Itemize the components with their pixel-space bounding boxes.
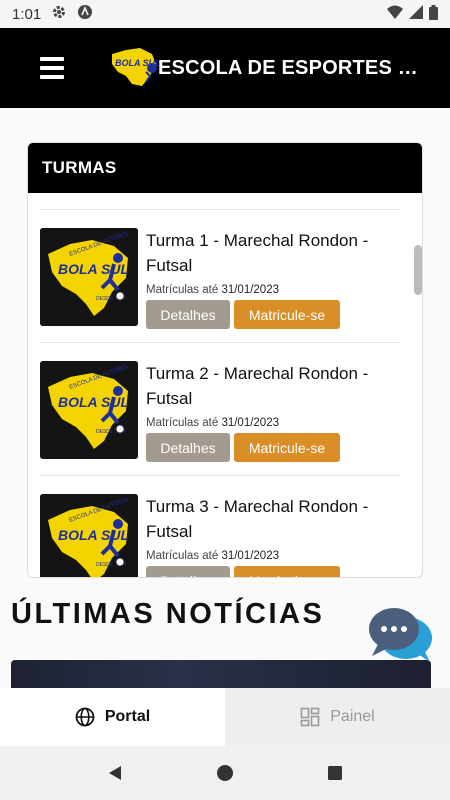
tab-painel[interactable]: Painel <box>225 688 450 746</box>
a-circle-icon <box>77 4 93 24</box>
turma-image: ESCOLA DE FUTEBOL BOLA SUL DESDE 1994 <box>40 494 138 577</box>
brand: BOLA SUL ESCOLA DE ESPORTES BOLA SUL <box>106 46 422 90</box>
turmas-card: TURMAS ESCOLA DE FUTEBOL BOLA SUL DESDE … <box>27 142 423 578</box>
status-bar: 1:01 <box>0 0 450 28</box>
bola-sul-logo: BOLA SUL <box>112 48 160 86</box>
enroll-button[interactable]: Matricule-se <box>234 433 340 462</box>
details-button[interactable]: Detalhes <box>146 300 230 329</box>
tab-painel-label: Painel <box>330 708 375 725</box>
dashboard-icon <box>300 707 320 727</box>
wifi-icon <box>387 5 403 23</box>
signal-icon <box>409 5 423 23</box>
turma-deadline: Matrículas até 31/01/2023 <box>146 284 279 296</box>
turma-item: ESCOLA DE FUTEBOL BOLA SUL DESDE 1994 Tu… <box>40 210 400 343</box>
tab-portal[interactable]: Portal <box>0 688 225 746</box>
turmas-list[interactable]: ESCOLA DE FUTEBOL BOLA SUL DESDE 1994 Tu… <box>28 193 422 577</box>
globe-icon <box>75 707 95 727</box>
turma-image: ESCOLA DE FUTEBOL BOLA SUL DESDE 1994 <box>40 228 138 326</box>
turma-title: Turma 3 - Marechal Rondon - Futsal <box>146 497 369 541</box>
turma-title: Turma 1 - Marechal Rondon - Futsal <box>146 231 369 275</box>
svg-text:BOLA SUL: BOLA SUL <box>58 394 129 410</box>
details-button[interactable]: Detalhes <box>146 566 230 577</box>
svg-text:BOLA SUL: BOLA SUL <box>58 527 129 543</box>
gear-icon <box>51 4 67 24</box>
home-icon[interactable] <box>216 764 234 782</box>
news-heading: ÚLTIMAS NOTÍCIAS <box>11 598 325 630</box>
turma-deadline: Matrículas até 31/01/2023 <box>146 417 279 429</box>
svg-text:BOLA SUL: BOLA SUL <box>58 261 129 277</box>
chat-bubbles-icon[interactable] <box>366 604 434 664</box>
tab-portal-label: Portal <box>104 708 151 725</box>
app-header: BOLA SUL ESCOLA DE ESPORTES BOLA SUL <box>0 28 450 108</box>
turmas-heading: TURMAS <box>28 143 422 193</box>
turma-image: ESCOLA DE FUTEBOL BOLA SUL DESDE 1994 <box>40 361 138 459</box>
scrollbar-thumb[interactable] <box>414 245 422 295</box>
turma-deadline: Matrículas até 31/01/2023 <box>146 550 279 562</box>
recents-icon[interactable] <box>326 764 344 782</box>
android-navigation-bar <box>0 746 450 800</box>
turma-item: ESCOLA DE FUTEBOL BOLA SUL DESDE 1994 Tu… <box>40 343 400 476</box>
app-title: ESCOLA DE ESPORTES BOLA SUL <box>158 56 422 79</box>
details-button[interactable]: Detalhes <box>146 433 230 462</box>
enroll-button[interactable]: Matricule-se <box>234 300 340 329</box>
turma-title: Turma 2 - Marechal Rondon - Futsal <box>146 364 369 408</box>
back-icon[interactable] <box>106 764 124 782</box>
status-time: 1:01 <box>12 5 42 23</box>
battery-icon <box>429 4 438 24</box>
hamburger-menu-icon[interactable] <box>22 38 82 98</box>
enroll-button[interactable]: Matricule-se <box>234 566 340 577</box>
turma-item: ESCOLA DE FUTEBOL BOLA SUL DESDE 1994 Tu… <box>40 476 400 577</box>
news-image[interactable] <box>11 660 431 690</box>
bottom-tab-bar: Portal Painel <box>0 688 450 746</box>
